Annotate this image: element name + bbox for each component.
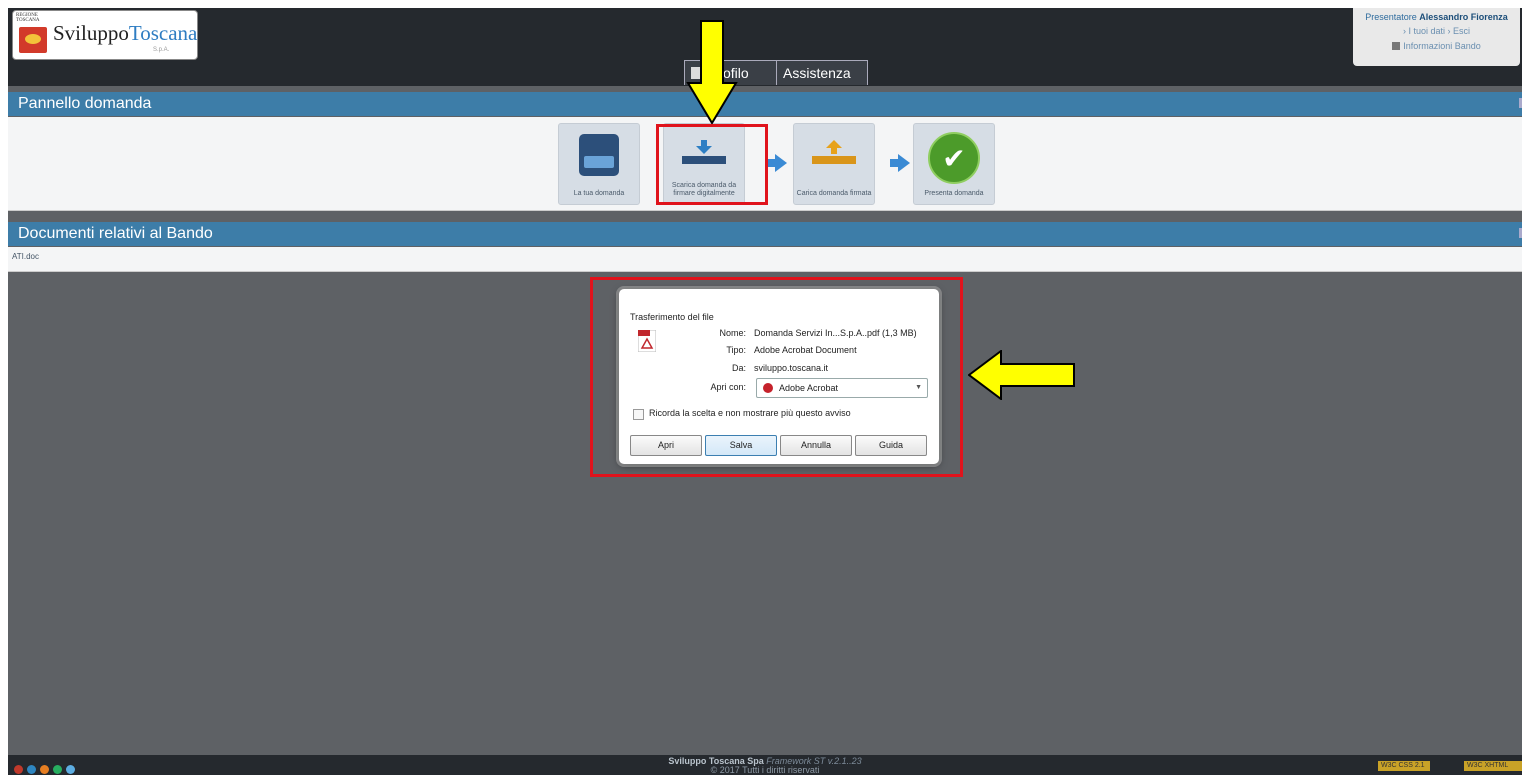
tab-assistenza[interactable]: Assistenza bbox=[776, 60, 868, 85]
copyright: Sviluppo Toscana Spa Framework ST v.2.1.… bbox=[668, 756, 862, 775]
step-presenta-domanda[interactable]: Presenta domanda bbox=[913, 123, 995, 205]
step-label: La tua domanda bbox=[573, 190, 625, 197]
user-name: Alessandro Fiorenza bbox=[1419, 12, 1508, 22]
down-arrow-annotation bbox=[686, 20, 738, 124]
panel-title: Documenti relativi al Bando bbox=[18, 225, 213, 242]
xhtml-valid-badge[interactable]: W3C XHTML bbox=[1464, 761, 1522, 771]
footer-bar: Sviluppo Toscana Spa Framework ST v.2.1.… bbox=[8, 755, 1522, 775]
top-bar: REGIONE TOSCANA SviluppoToscana S.p.A. P… bbox=[8, 8, 1522, 86]
left-arrow-annotation bbox=[968, 350, 1075, 400]
user-line: Presentatore Alessandro Fiorenza bbox=[1365, 12, 1508, 22]
step-carica-domanda[interactable]: Carica domanda firmata bbox=[793, 123, 875, 205]
documenti-bando-body: ATI.doc bbox=[8, 247, 1522, 272]
document-link[interactable]: ATI.doc bbox=[12, 252, 39, 261]
css-valid-badge[interactable]: W3C CSS 2.1 bbox=[1378, 761, 1430, 771]
user-box: Presentatore Alessandro Fiorenza › I tuo… bbox=[1353, 8, 1520, 66]
step-label: Carica domanda firmata bbox=[796, 190, 872, 197]
step-arrow-icon bbox=[767, 154, 787, 172]
check-circle-icon bbox=[928, 132, 980, 184]
file-cabinet-icon bbox=[579, 134, 619, 176]
highlight-box-dialog bbox=[590, 277, 963, 477]
region-flag-icon bbox=[19, 27, 47, 53]
sviluppo-toscana-logo[interactable]: REGIONE TOSCANA SviluppoToscana S.p.A. bbox=[12, 10, 198, 60]
user-links[interactable]: › I tuoi dati › Esci bbox=[1353, 26, 1520, 36]
step-label: Presenta domanda bbox=[924, 190, 984, 197]
logo-suffix: S.p.A. bbox=[153, 47, 170, 53]
info-bando-link[interactable]: Informazioni Bando bbox=[1353, 41, 1520, 51]
info-icon bbox=[1392, 42, 1401, 50]
step-arrow-icon bbox=[890, 154, 910, 172]
highlight-box-download bbox=[656, 124, 768, 205]
logo-region-text: REGIONE TOSCANA bbox=[16, 13, 40, 23]
pannello-domanda-header: Pannello domanda bbox=[8, 92, 1522, 116]
upload-tray-icon bbox=[812, 140, 856, 164]
logo-name: SviluppoToscana bbox=[53, 21, 198, 45]
documenti-bando-header: Documenti relativi al Bando bbox=[8, 222, 1522, 246]
step-la-tua-domanda[interactable]: La tua domanda bbox=[558, 123, 640, 205]
panel-title: Pannello domanda bbox=[18, 95, 152, 112]
